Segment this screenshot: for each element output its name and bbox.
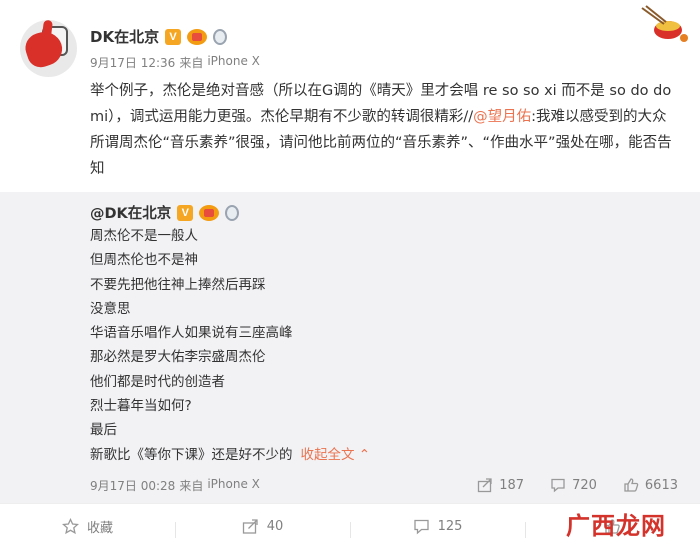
vip-crown-icon [187,28,208,45]
post-meta: 9月17日 12:36 来自 iPhone X [90,54,260,71]
comment-count: 720 [572,477,597,493]
repost-source: iPhone X [207,477,260,491]
repost-share-stat[interactable]: 187 [477,477,524,493]
repost-button[interactable]: 40 [175,518,350,538]
repost-line: 没意思 [90,300,131,317]
favorite-button[interactable]: 收藏 [0,517,175,536]
repost-line: 那必然是罗大佑李宗盛周杰伦 [90,349,266,366]
repost-line-last: 新歌比《等你下课》还是好不少的 收起全文 ⌃ [90,443,370,467]
medal-icon [225,204,240,221]
vip-crown-icon [199,204,220,221]
repost-card: @DK在北京 V 周杰伦不是一般人 但周杰伦也不是神 不要先把他往神上捧然后再踩… [0,192,700,503]
post-author-row: DK在北京 V [90,26,228,47]
toolbar-comment-count: 125 [437,518,463,534]
repost-line: 烈士暮年当如何? [90,398,192,415]
post-body: 举个例子，杰伦是绝对音感（所以在G调的《晴天》里才会唱 re so so xi … [90,78,680,182]
post-username[interactable]: DK在北京 [90,26,159,47]
medal-icon [213,28,228,45]
comment-bubble-icon [413,518,430,535]
post-header: DK在北京 V 9月17日 12:36 来自 iPhone X [0,0,700,77]
repost-source-prefix: 来自 [179,479,204,493]
toolbar-repost-count: 40 [266,518,284,534]
watermark-text: 广西龙网 [566,512,666,540]
repost-line: 他们都是时代的创造者 [90,373,225,390]
site-watermark: 广西龙网 [566,506,666,541]
repost-username[interactable]: @DK在北京 [90,202,171,223]
avatar[interactable] [20,20,77,77]
collapse-text-link[interactable]: 收起全文 ⌃ [301,447,371,463]
repost-comment-stat[interactable]: 720 [550,477,597,493]
verified-badge-icon: V [177,204,194,221]
thumbs-up-icon [623,477,639,493]
repost-line: 新歌比《等你下课》还是好不少的 [90,446,293,463]
post-source-prefix: 来自 [179,56,204,70]
repost-text: 周杰伦不是一般人 但周杰伦也不是神 不要先把他往神上捧然后再踩 没意思 华语音乐… [90,224,370,467]
verified-badge-icon: V [165,28,182,45]
repost-line: 华语音乐唱作人如果说有三座高峰 [90,325,293,342]
comment-button[interactable]: 125 [350,518,525,538]
post-date: 9月17日 12:36 [90,56,176,70]
repost-like-stat[interactable]: 6613 [623,477,678,493]
mention-link[interactable]: @望月佑 [473,109,531,125]
share-arrow-icon [477,477,493,493]
post-source: iPhone X [207,54,260,68]
like-count: 6613 [644,477,678,493]
repost-line: 但周杰伦也不是神 [90,252,198,269]
repost-date: 9月17日 00:28 [90,479,176,493]
repost-line: 最后 [90,422,117,439]
repost-meta: 9月17日 00:28 来自 iPhone X [90,477,260,494]
sticker-decoration-icon [632,4,692,44]
repost-author-row: @DK在北京 V [90,202,240,223]
repost-count: 187 [499,477,525,493]
share-arrow-icon [242,518,259,535]
favorite-label: 收藏 [86,520,113,536]
repost-stats: 187 720 6613 [477,477,678,493]
comment-bubble-icon [550,477,566,493]
repost-line: 不要先把他往神上捧然后再踩 [90,276,266,293]
repost-line: 周杰伦不是一般人 [90,228,198,244]
star-icon [61,517,79,535]
